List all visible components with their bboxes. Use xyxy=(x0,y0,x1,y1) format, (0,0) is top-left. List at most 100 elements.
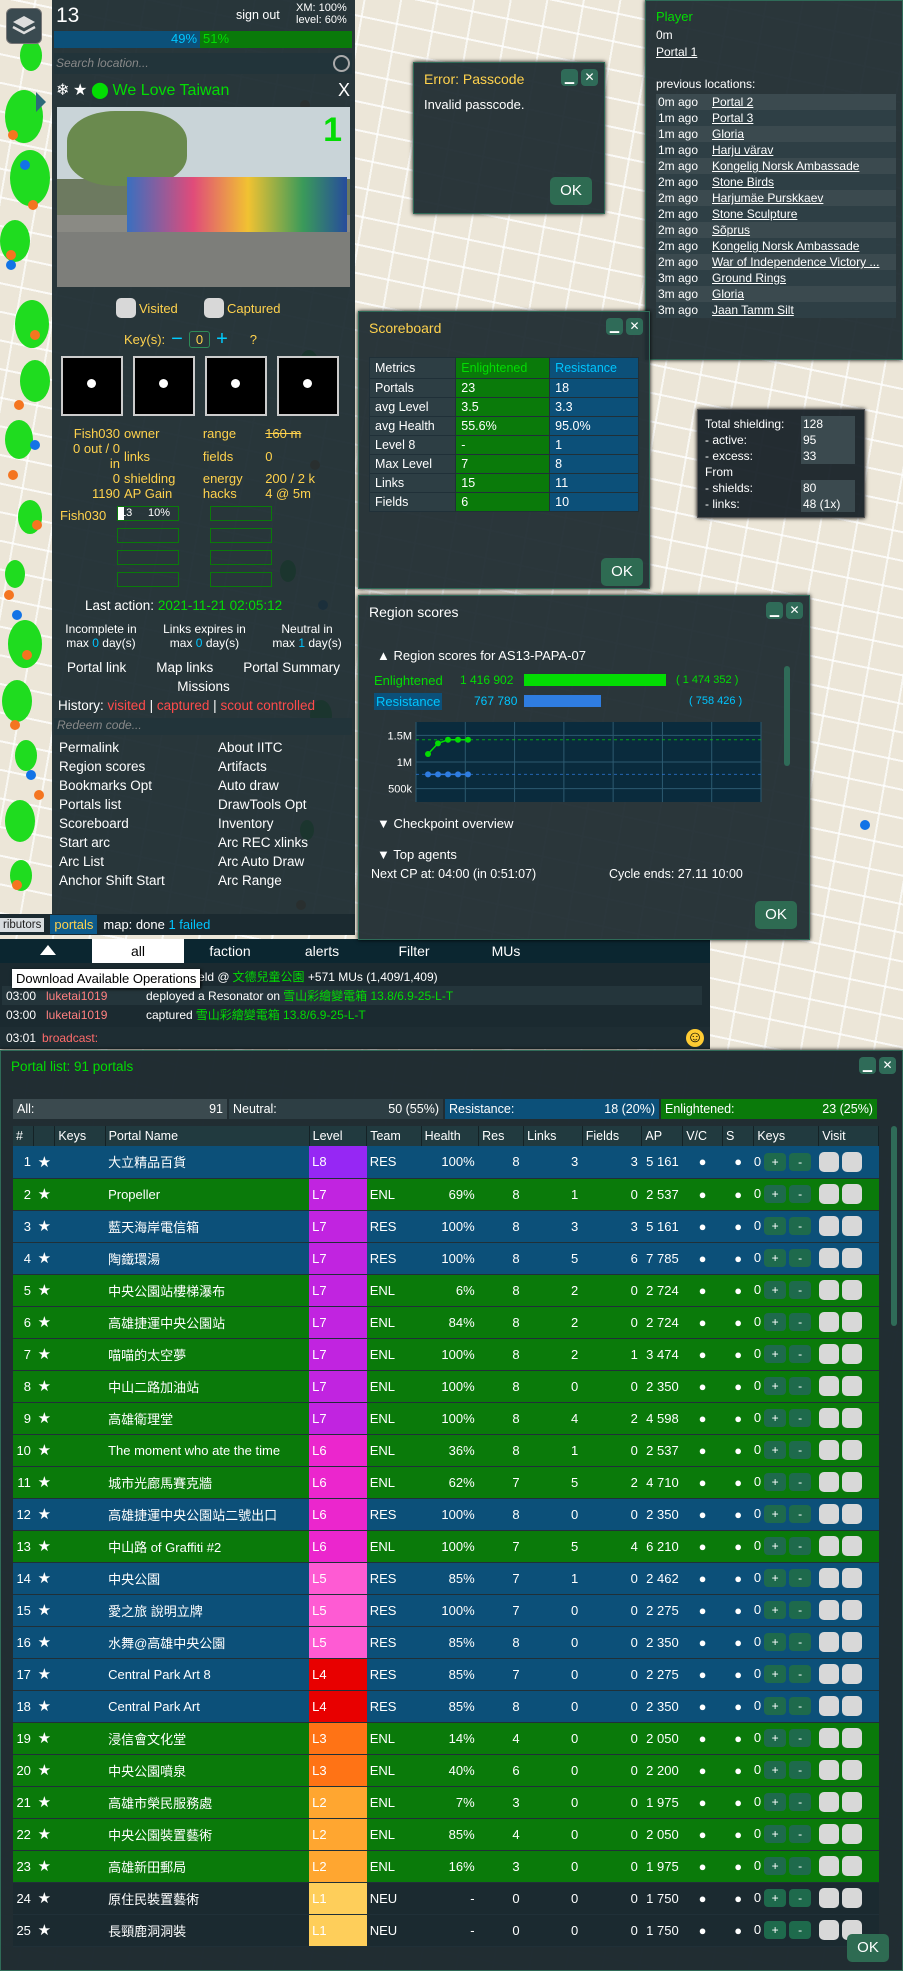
captured-checkbox[interactable] xyxy=(841,1440,862,1460)
key-minus-button[interactable]: - xyxy=(789,1505,812,1523)
portal-summary-link[interactable]: Portal Summary xyxy=(243,660,340,675)
column-header[interactable]: # xyxy=(13,1126,35,1146)
visited-checkbox[interactable] xyxy=(818,1696,839,1716)
toolbox-link[interactable]: Arc Range xyxy=(218,873,308,892)
key-plus-button[interactable]: + xyxy=(764,1601,787,1619)
column-header[interactable] xyxy=(33,1126,56,1146)
key-minus-button[interactable]: - xyxy=(789,1633,812,1651)
portal-name-link[interactable]: 喵喵的太空夢 xyxy=(105,1338,310,1371)
close-icon[interactable]: ✕ xyxy=(626,318,643,335)
visited-checkbox[interactable] xyxy=(818,1440,839,1460)
visited-checkbox[interactable] xyxy=(818,1151,839,1172)
key-plus-button[interactable]: + xyxy=(764,1569,787,1587)
close-icon[interactable]: ✕ xyxy=(786,602,803,619)
bookmark-star-icon[interactable]: ★ xyxy=(33,1178,55,1211)
layers-button[interactable] xyxy=(6,8,42,44)
key-plus-button[interactable]: + xyxy=(764,1857,787,1875)
location-link[interactable]: Gloria xyxy=(710,126,896,142)
search-input[interactable]: Search location... xyxy=(54,53,352,74)
visited-checkbox[interactable] xyxy=(818,1920,839,1940)
captured-checkbox[interactable] xyxy=(841,1504,862,1524)
bookmark-star-icon[interactable]: ★ xyxy=(33,1530,55,1563)
summary-cell[interactable]: Neutral: 50 (55%) xyxy=(229,1099,443,1119)
portal-row[interactable]: 22 ★ 中央公園裝置藝術 L2 ENL 85% 4 0 0 2 050 ● ● 0 + - xyxy=(13,1818,879,1851)
resonator-slot[interactable] xyxy=(210,528,272,543)
map-portal[interactable] xyxy=(12,610,22,620)
portal-name-link[interactable]: 中央公園 xyxy=(105,1562,310,1595)
bookmark-star-icon[interactable]: ★ xyxy=(33,1690,55,1723)
portal-row[interactable]: 5 ★ 中央公園站樓梯瀑布 L7 ENL 6% 8 2 0 2 724 ● ● 0 + - xyxy=(13,1274,879,1307)
visited-checkbox[interactable]: Visited xyxy=(116,298,178,318)
bookmark-star-icon[interactable]: ★ xyxy=(33,1146,55,1179)
resonator-slot[interactable] xyxy=(210,550,272,565)
visited-checkbox[interactable] xyxy=(818,1312,839,1332)
key-minus-button[interactable]: - xyxy=(789,1185,812,1203)
key-minus-button[interactable]: - xyxy=(789,1249,812,1267)
portal-name-link[interactable]: 中央公園噴泉 xyxy=(105,1754,310,1787)
portal-row[interactable]: 23 ★ 高雄新田郵局 L2 ENL 16% 3 0 0 1 975 ● ● 0 + - xyxy=(13,1850,879,1883)
resonator-slot[interactable] xyxy=(210,506,272,521)
locate-icon[interactable] xyxy=(333,55,350,72)
visited-checkbox[interactable] xyxy=(818,1856,839,1876)
portal-name-link[interactable]: 中山路 of Graffiti #2 xyxy=(105,1530,310,1563)
portal-name-link[interactable]: Central Park Art 8 xyxy=(105,1658,310,1691)
location-link[interactable]: Jaan Tamm Silt xyxy=(710,302,896,318)
summary-cell[interactable]: All: 91 xyxy=(13,1099,227,1119)
toolbox-link[interactable]: Arc REC xlinks xyxy=(218,835,308,854)
resonator-slot[interactable] xyxy=(117,528,179,543)
map-portal[interactable] xyxy=(12,880,22,890)
key-plus-button[interactable]: + xyxy=(764,1537,787,1555)
captured-checkbox[interactable] xyxy=(841,1216,862,1236)
key-minus-button[interactable]: - xyxy=(789,1377,812,1395)
map-portal[interactable] xyxy=(6,260,16,270)
chat-portal-link[interactable]: 雪山彩繪變電箱 13.8/6.9-25-L-T xyxy=(283,989,453,1003)
captured-checkbox[interactable] xyxy=(841,1376,862,1396)
map-portal[interactable] xyxy=(8,470,18,480)
map-portal-cluster[interactable] xyxy=(15,740,37,771)
portal-row[interactable]: 11 ★ 城市光廊馬賽克牆 L6 ENL 62% 7 5 2 4 710 ● ● 0 + - xyxy=(13,1466,879,1499)
keys-value[interactable]: 0 xyxy=(188,331,211,348)
toolbox-link[interactable]: Bookmarks Opt xyxy=(59,778,165,797)
portal-name-link[interactable]: 長頸鹿洞洞裝 xyxy=(105,1914,310,1947)
key-minus-button[interactable]: - xyxy=(789,1441,812,1459)
captured-checkbox[interactable] xyxy=(841,1536,862,1556)
portal-name-link[interactable]: 城市光廊馬賽克牆 xyxy=(105,1466,310,1499)
toolbox-link[interactable]: Scoreboard xyxy=(59,816,165,835)
portal-row[interactable]: 24 ★ 原住民裝置藝術 L1 NEU -0 0 0 1 750 ● ● 0 + - xyxy=(13,1882,879,1915)
key-plus-button[interactable]: + xyxy=(764,1249,787,1267)
map-portal-cluster[interactable] xyxy=(20,360,50,402)
ok-button[interactable]: OK xyxy=(601,558,643,586)
map-portal-cluster[interactable] xyxy=(5,800,35,842)
visited-checkbox[interactable] xyxy=(818,1568,839,1588)
captured-checkbox[interactable] xyxy=(841,1632,862,1652)
portal-row[interactable]: 15 ★ 愛之旅 說明立牌 L5 RES 100% 7 0 0 2 275 ● ● 0 + - xyxy=(13,1594,879,1627)
key-plus-button[interactable]: + xyxy=(764,1281,787,1299)
map-portal[interactable] xyxy=(26,770,36,780)
visited-checkbox[interactable] xyxy=(818,1376,839,1396)
summary-cell[interactable]: Enlightened: 23 (25%) xyxy=(661,1099,877,1119)
close-portal-button[interactable]: X xyxy=(338,80,350,101)
ok-button[interactable]: OK xyxy=(755,901,797,929)
portal-row[interactable]: 4 ★ 陶鐵環湯 L7 RES 100% 8 5 6 7 785 ● ● 0 + - xyxy=(13,1242,879,1275)
key-plus-button[interactable]: + xyxy=(764,1697,787,1715)
map-portal[interactable] xyxy=(32,520,42,530)
bookmark-star-icon[interactable]: ★ xyxy=(33,1562,55,1595)
captured-checkbox[interactable] xyxy=(841,1248,862,1268)
ok-button[interactable]: OK xyxy=(550,177,592,205)
portal-name-link[interactable]: 高雄捷運中央公園站 xyxy=(105,1306,310,1339)
missions-link[interactable]: Missions xyxy=(52,679,355,694)
close-icon[interactable]: ✕ xyxy=(581,69,598,86)
settings-icon[interactable]: ❄ xyxy=(56,82,69,99)
redeem-input[interactable]: Redeem code... xyxy=(54,718,352,735)
map-portal[interactable] xyxy=(10,720,20,730)
visited-checkbox[interactable] xyxy=(818,1600,839,1620)
bookmark-star-icon[interactable]: ★ xyxy=(33,1722,55,1755)
resonator-slot[interactable] xyxy=(117,572,179,587)
map-portal[interactable] xyxy=(4,590,14,600)
visited-checkbox[interactable] xyxy=(818,1216,839,1236)
location-link[interactable]: Harjumäe Purskkaev xyxy=(710,190,896,206)
key-plus-button[interactable]: + xyxy=(764,1793,787,1811)
column-header[interactable]: Visit xyxy=(818,1126,879,1146)
player-portal[interactable]: Portal 1 xyxy=(656,45,697,59)
chat-tab[interactable]: Filter xyxy=(368,939,460,963)
